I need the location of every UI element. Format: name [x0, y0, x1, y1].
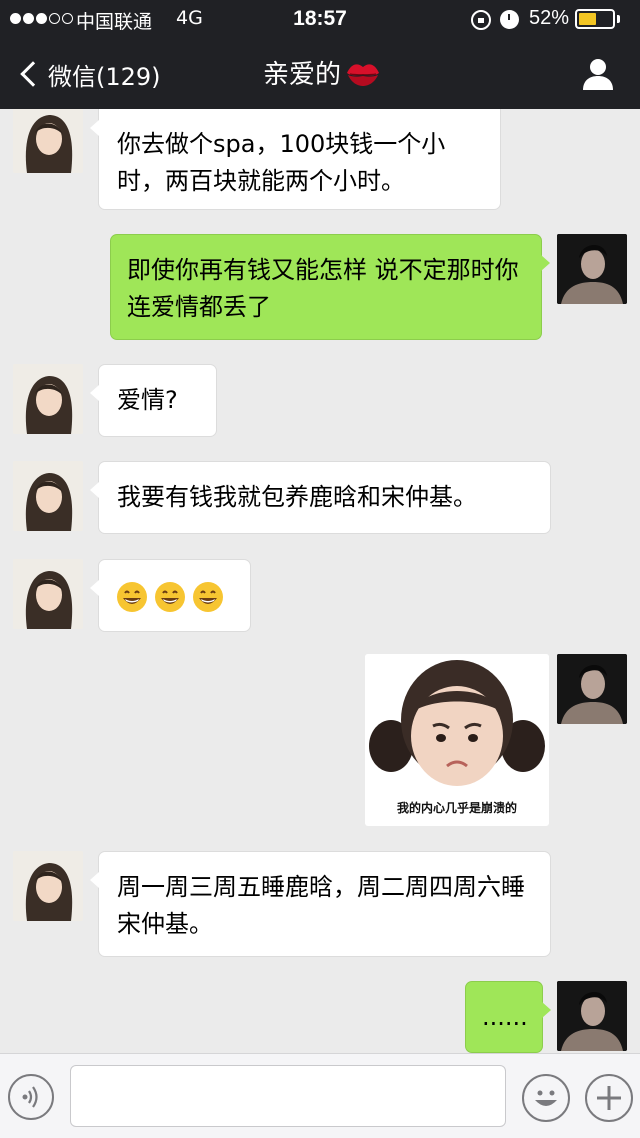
- man-portrait-icon: [557, 234, 627, 304]
- avatar-her[interactable]: [13, 461, 83, 531]
- emoji-button[interactable]: [522, 1074, 570, 1122]
- girl-portrait-icon: [13, 364, 83, 434]
- smiley-icon: [535, 1090, 557, 1106]
- input-toolbar: [0, 1053, 640, 1138]
- message-text: 即使你再有钱又能怎样 说不定那时你连爱情都丢了: [127, 256, 519, 321]
- avatar-her[interactable]: [13, 109, 83, 173]
- girl-portrait-icon: [13, 559, 83, 629]
- voice-button[interactable]: [8, 1074, 54, 1120]
- avatar-her[interactable]: [13, 364, 83, 434]
- person-icon: [583, 59, 613, 90]
- message-bubble-incoming[interactable]: 你去做个spa，100块钱一个小时，两百块就能两个小时。: [90, 109, 501, 210]
- message-text: 爱情?: [117, 386, 178, 414]
- avatar-her[interactable]: [13, 559, 83, 629]
- message-text: 你去做个spa，100块钱一个小时，两百块就能两个小时。: [117, 130, 446, 195]
- plus-icon: [597, 1086, 621, 1110]
- more-button[interactable]: [585, 1074, 633, 1122]
- sticker-message[interactable]: 我的内心几乎是崩溃的: [365, 654, 549, 826]
- rotation-lock-icon: [471, 10, 491, 30]
- message-bubble-outgoing[interactable]: ......: [465, 981, 551, 1053]
- girl-portrait-icon: [13, 109, 83, 173]
- girl-portrait-icon: [13, 851, 83, 921]
- grinning-face-icon: [193, 582, 223, 612]
- message-bubble-outgoing[interactable]: 即使你再有钱又能怎样 说不定那时你连爱情都丢了: [110, 234, 550, 340]
- battery-fill: [579, 13, 596, 25]
- profile-button[interactable]: [578, 54, 618, 94]
- nav-bar: 微信(129) 亲爱的: [0, 40, 640, 109]
- sticker-caption: 我的内心几乎是崩溃的: [396, 801, 517, 815]
- kiss-mark-icon: [347, 64, 379, 86]
- avatar-me[interactable]: [557, 234, 627, 304]
- message-bubble-incoming[interactable]: 爱情?: [90, 364, 217, 437]
- girl-portrait-icon: [13, 461, 83, 531]
- avatar-her[interactable]: [13, 851, 83, 921]
- grinning-face-icon: [155, 582, 185, 612]
- man-portrait-icon: [557, 981, 627, 1051]
- message-bubble-incoming[interactable]: [90, 559, 251, 632]
- message-input[interactable]: [70, 1065, 506, 1127]
- voice-icon: [22, 1086, 38, 1108]
- avatar-me[interactable]: [557, 654, 627, 724]
- crying-girl-sticker-icon: [365, 654, 549, 794]
- message-text: 我要有钱我就包养鹿晗和宋仲基。: [117, 483, 477, 511]
- chat-title: 亲爱的: [0, 54, 640, 91]
- chat-title-text: 亲爱的: [262, 60, 341, 90]
- avatar-me[interactable]: [557, 981, 627, 1051]
- chat-area[interactable]: 你去做个spa，100块钱一个小时，两百块就能两个小时。 即使你再有钱又能怎样 …: [0, 109, 640, 1053]
- battery-percent: 52%: [529, 7, 570, 29]
- message-text: 周一周三周五睡鹿晗，周二周四周六睡宋仲基。: [117, 873, 525, 938]
- status-bar: 中国联通 4G 18:57 52%: [0, 0, 640, 40]
- battery-icon: [575, 9, 615, 29]
- grinning-face-icon: [117, 582, 147, 612]
- message-text: ......: [482, 1003, 528, 1031]
- battery-cap: [617, 15, 620, 23]
- message-bubble-incoming[interactable]: 周一周三周五睡鹿晗，周二周四周六睡宋仲基。: [90, 851, 551, 957]
- alarm-icon: [500, 10, 519, 29]
- message-bubble-incoming[interactable]: 我要有钱我就包养鹿晗和宋仲基。: [90, 461, 551, 534]
- man-portrait-icon: [557, 654, 627, 724]
